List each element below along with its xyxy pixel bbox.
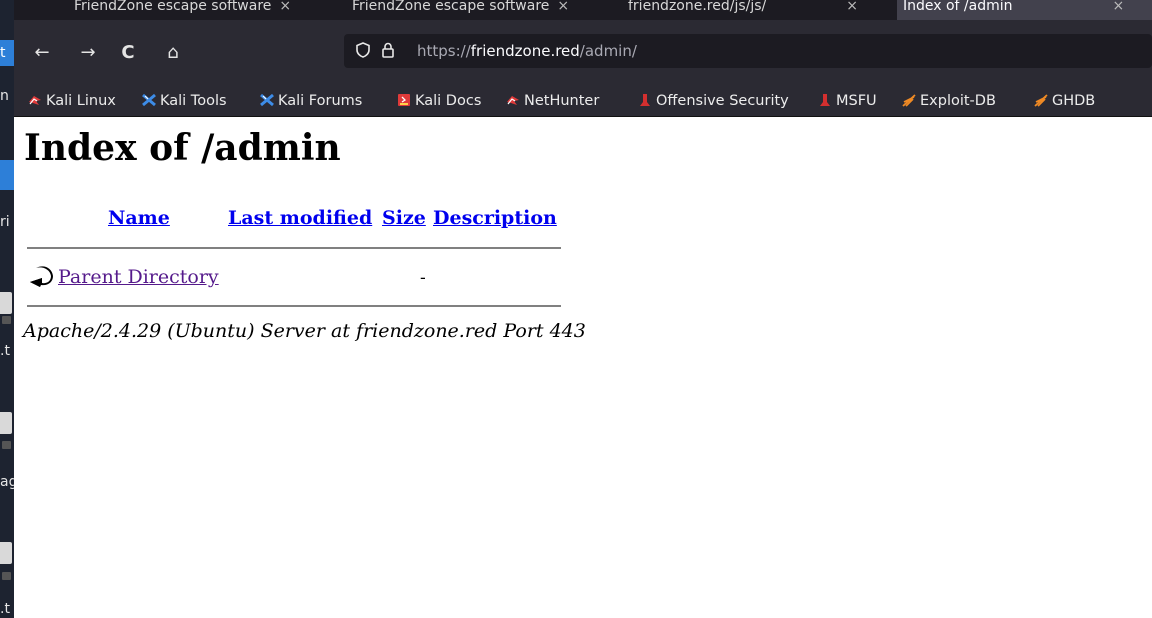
back-icon[interactable]: ← [31,44,53,62]
offsec-icon [640,94,650,106]
desktop-fragment: .t [0,343,10,359]
file-icon[interactable] [0,292,12,314]
tab-friendzone-js[interactable]: friendzone.red/js/js/ × [628,0,894,20]
navigation-toolbar: ← → C ⌂ https://friendzone.red/admin/ [14,20,1152,86]
bookmark-label: GHDB [1052,93,1096,109]
tab-label: FriendZone escape software [74,0,272,14]
back-arrow-icon[interactable] [28,265,54,289]
bookmark-kali-docs[interactable]: Kali Docs [397,91,481,111]
page-title: Index of /admin [24,127,341,169]
url-scheme: https:// [417,42,471,60]
desktop-fragment: ri [0,214,10,230]
tab-index-admin[interactable]: Index of /admin × [897,0,1152,20]
tab-label: friendzone.red/js/js/ [628,0,767,14]
bookmark-label: Exploit-DB [920,93,996,109]
column-last-modified-link[interactable]: Last modified [228,207,372,229]
column-size-link[interactable]: Size [382,207,426,229]
tab-label: FriendZone escape software [352,0,550,14]
file-icon[interactable] [0,412,12,434]
tab-label: Index of /admin [903,0,1013,14]
desktop-fragment: ag [0,474,14,490]
bookmark-label: Kali Docs [415,93,482,109]
reload-icon[interactable]: C [117,44,139,62]
close-icon[interactable]: × [557,0,569,13]
msfu-icon [820,94,830,106]
kali-forums-icon [260,93,274,107]
bookmark-label: MSFU [836,93,877,109]
tab-friendzone-2[interactable]: FriendZone escape software × [352,0,612,20]
nethunter-icon [507,96,519,105]
size-cell: - [420,268,426,288]
desktop-panel-block [0,160,14,190]
page-content: Index of /admin Name Last modified Size … [14,117,1152,618]
bookmark-label: Offensive Security [656,93,789,109]
bookmark-kali-tools[interactable]: Kali Tools [142,91,227,111]
lock-icon [2,572,11,580]
column-description-link[interactable]: Description [433,207,557,229]
kali-dragon-icon [29,96,41,105]
bookmark-exploit-db[interactable]: Exploit-DB [902,91,996,111]
bookmark-offensive-security[interactable]: Offensive Security [638,91,789,111]
bookmark-msfu[interactable]: MSFU [818,91,877,111]
url-path: /admin/ [579,42,637,60]
bookmark-label: Kali Forums [278,93,363,109]
bookmark-label: Kali Linux [46,93,116,109]
url-host: friendzone.red [470,42,580,60]
close-icon[interactable]: × [846,0,858,13]
ghdb-icon [1034,94,1048,107]
bookmark-label: Kali Tools [160,93,227,109]
close-icon[interactable]: × [279,0,291,13]
kali-docs-icon [398,94,410,106]
table-divider [27,305,561,307]
bookmark-kali-linux[interactable]: Kali Linux [28,91,116,111]
tab-bar: FriendZone escape software × FriendZone e… [14,0,1152,20]
parent-directory-link[interactable]: Parent Directory [58,266,219,288]
close-icon[interactable]: × [1113,0,1125,13]
desktop-fragment: .t [0,601,10,617]
url-bar[interactable]: https://friendzone.red/admin/ [344,34,1152,68]
table-divider [27,247,561,249]
lock-icon [2,316,11,324]
home-icon[interactable]: ⌂ [162,44,184,62]
bookmark-label: NetHunter [524,93,600,109]
tab-friendzone-1[interactable]: FriendZone escape software × [74,0,340,20]
lock-icon [2,441,11,449]
url-text[interactable]: https://friendzone.red/admin/ [417,42,637,60]
file-icon[interactable] [0,542,12,564]
column-name-link[interactable]: Name [108,207,170,229]
kali-tools-icon [142,93,156,107]
desktop-fragment: n [0,88,9,104]
shield-icon[interactable] [356,42,370,58]
desktop-fragment: t [0,45,6,61]
server-signature: Apache/2.4.29 (Ubuntu) Server at friendz… [23,320,586,342]
forward-icon[interactable]: → [77,44,99,62]
bookmark-nethunter[interactable]: NetHunter [506,91,599,111]
lock-icon[interactable] [382,42,394,58]
bookmark-ghdb[interactable]: GHDB [1034,91,1095,111]
exploit-db-icon [902,94,916,107]
desktop-edge: t n ri .t ag .t [0,0,14,618]
bookmark-kali-forums[interactable]: Kali Forums [260,91,362,111]
bookmarks-toolbar: Kali Linux Kali Tools Kali Forums Kali D… [14,86,1152,117]
